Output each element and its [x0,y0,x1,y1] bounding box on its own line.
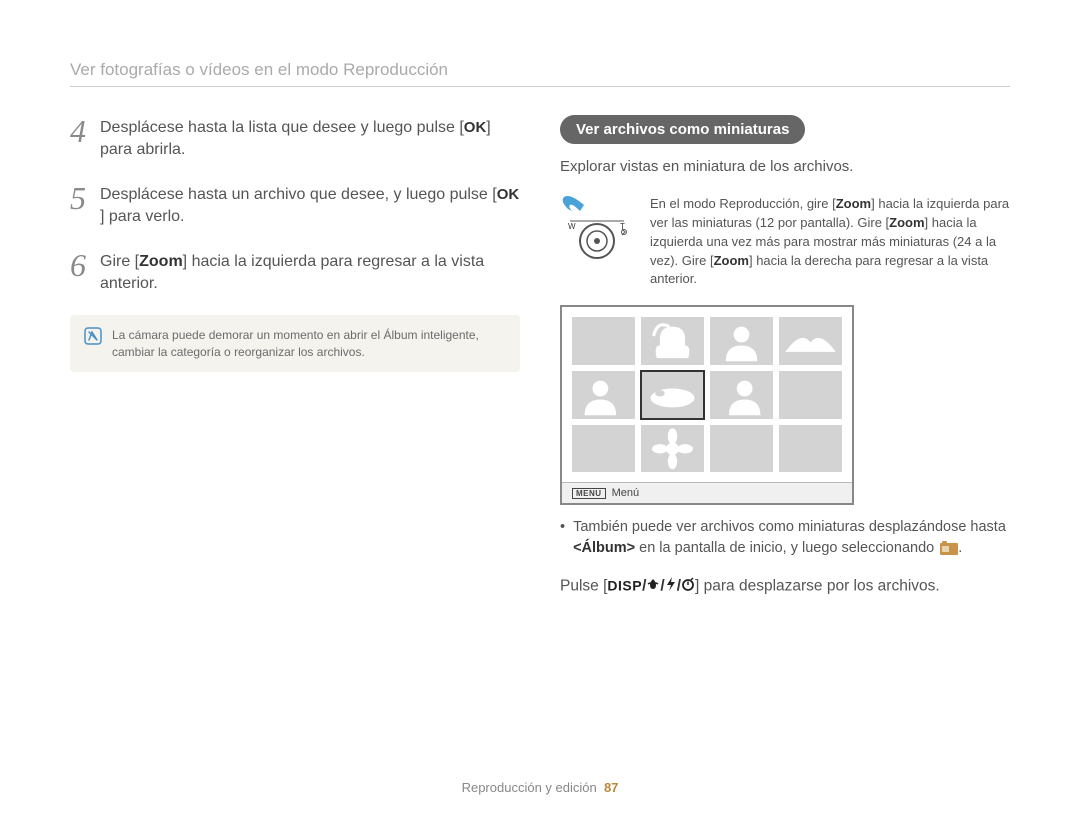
note-box: La cámara puede demorar un momento en ab… [70,315,520,371]
flash-icon [665,577,677,596]
thumbnail-cell [641,425,704,473]
zoom-dial-icon: W T [560,195,634,289]
thumbnail-cell [572,371,635,419]
disp-label: DISP [607,578,642,594]
ok-icon: OK [497,184,520,205]
menu-tag: MENU [572,488,606,499]
breadcrumb: Ver fotografías o vídeos en el modo Repr… [70,60,1010,80]
thumbnail-cell [779,425,842,473]
bullet-dot: • [560,517,565,559]
page-number: 87 [604,780,618,795]
bullet-text-1: También puede ver archivos como miniatur… [573,519,1006,535]
step-text-before: Desplácese hasta la lista que desee y lu… [100,119,464,136]
zoom-label: Zoom [889,215,924,230]
zoom-label: Zoom [836,196,871,211]
bullet-note: • También puede ver archivos como miniat… [560,517,1010,559]
step-text-before: Desplácese hasta un archivo que desee, y… [100,186,497,203]
thumbnail-cell [779,371,842,419]
macro-icon [646,577,660,596]
step-text: Desplácese hasta la lista que desee y lu… [100,115,520,162]
svg-text:W: W [568,222,576,231]
step-text-before: Gire [ [100,253,139,270]
album-label: <Álbum> [573,540,635,556]
footer-label: Reproducción y edición [462,780,597,795]
thumbnail-grid [572,317,842,472]
album-icon [940,541,958,555]
timer-icon [681,577,695,596]
step-4: 4 Desplácese hasta la lista que desee y … [70,115,520,162]
bullet-text-2: en la pantalla de inicio, y luego selecc… [635,540,938,556]
thumbnail-cell-selected [641,371,704,419]
dial-text: En el modo Reproducción, gire [Zoom] hac… [650,195,1010,289]
step-text: Desplácese hasta un archivo que desee, y… [100,182,520,229]
page-footer: Reproducción y edición 87 [0,780,1080,795]
step-number: 5 [70,182,86,214]
step-number: 6 [70,249,86,281]
right-column: Ver archivos como miniaturas Explorar vi… [560,115,1010,596]
step-5: 5 Desplácese hasta un archivo que desee,… [70,182,520,229]
thumbnail-cell [779,317,842,365]
dial-text-1: En el modo Reproducción, gire [ [650,196,836,211]
step-text: Gire [Zoom] hacia la izquierda para regr… [100,249,520,296]
step-number: 4 [70,115,86,147]
divider [70,86,1010,87]
final-before: Pulse [ [560,578,607,595]
ok-icon: OK [464,117,487,138]
section-heading: Ver archivos como miniaturas [560,115,805,144]
step-6: 6 Gire [Zoom] hacia la izquierda para re… [70,249,520,296]
step-text-after: ] para verlo. [100,208,184,225]
bullet-text-3: . [958,540,962,556]
dial-instruction: W T En el modo Reproducción, gire [Zoom]… [560,195,1010,289]
zoom-label: Zoom [139,253,183,270]
navigation-instruction: Pulse [DISP///] para desplazarse por los… [560,577,1010,596]
thumbnail-cell [641,317,704,365]
thumbnail-frame: MENU Menú [560,305,854,505]
section-subtext: Explorar vistas en miniatura de los arch… [560,156,1010,177]
note-icon [84,327,102,345]
left-column: 4 Desplácese hasta la lista que desee y … [70,115,520,596]
final-after: ] para desplazarse por los archivos. [695,578,940,595]
thumbnail-cell [572,317,635,365]
thumbnail-cell [572,425,635,473]
zoom-label: Zoom [714,253,749,268]
thumbnail-cell [710,425,773,473]
menu-bar: MENU Menú [562,482,852,503]
note-text: La cámara puede demorar un momento en ab… [112,327,506,359]
thumbnail-cell [710,371,773,419]
thumbnail-cell [710,317,773,365]
menu-label: Menú [612,487,640,499]
